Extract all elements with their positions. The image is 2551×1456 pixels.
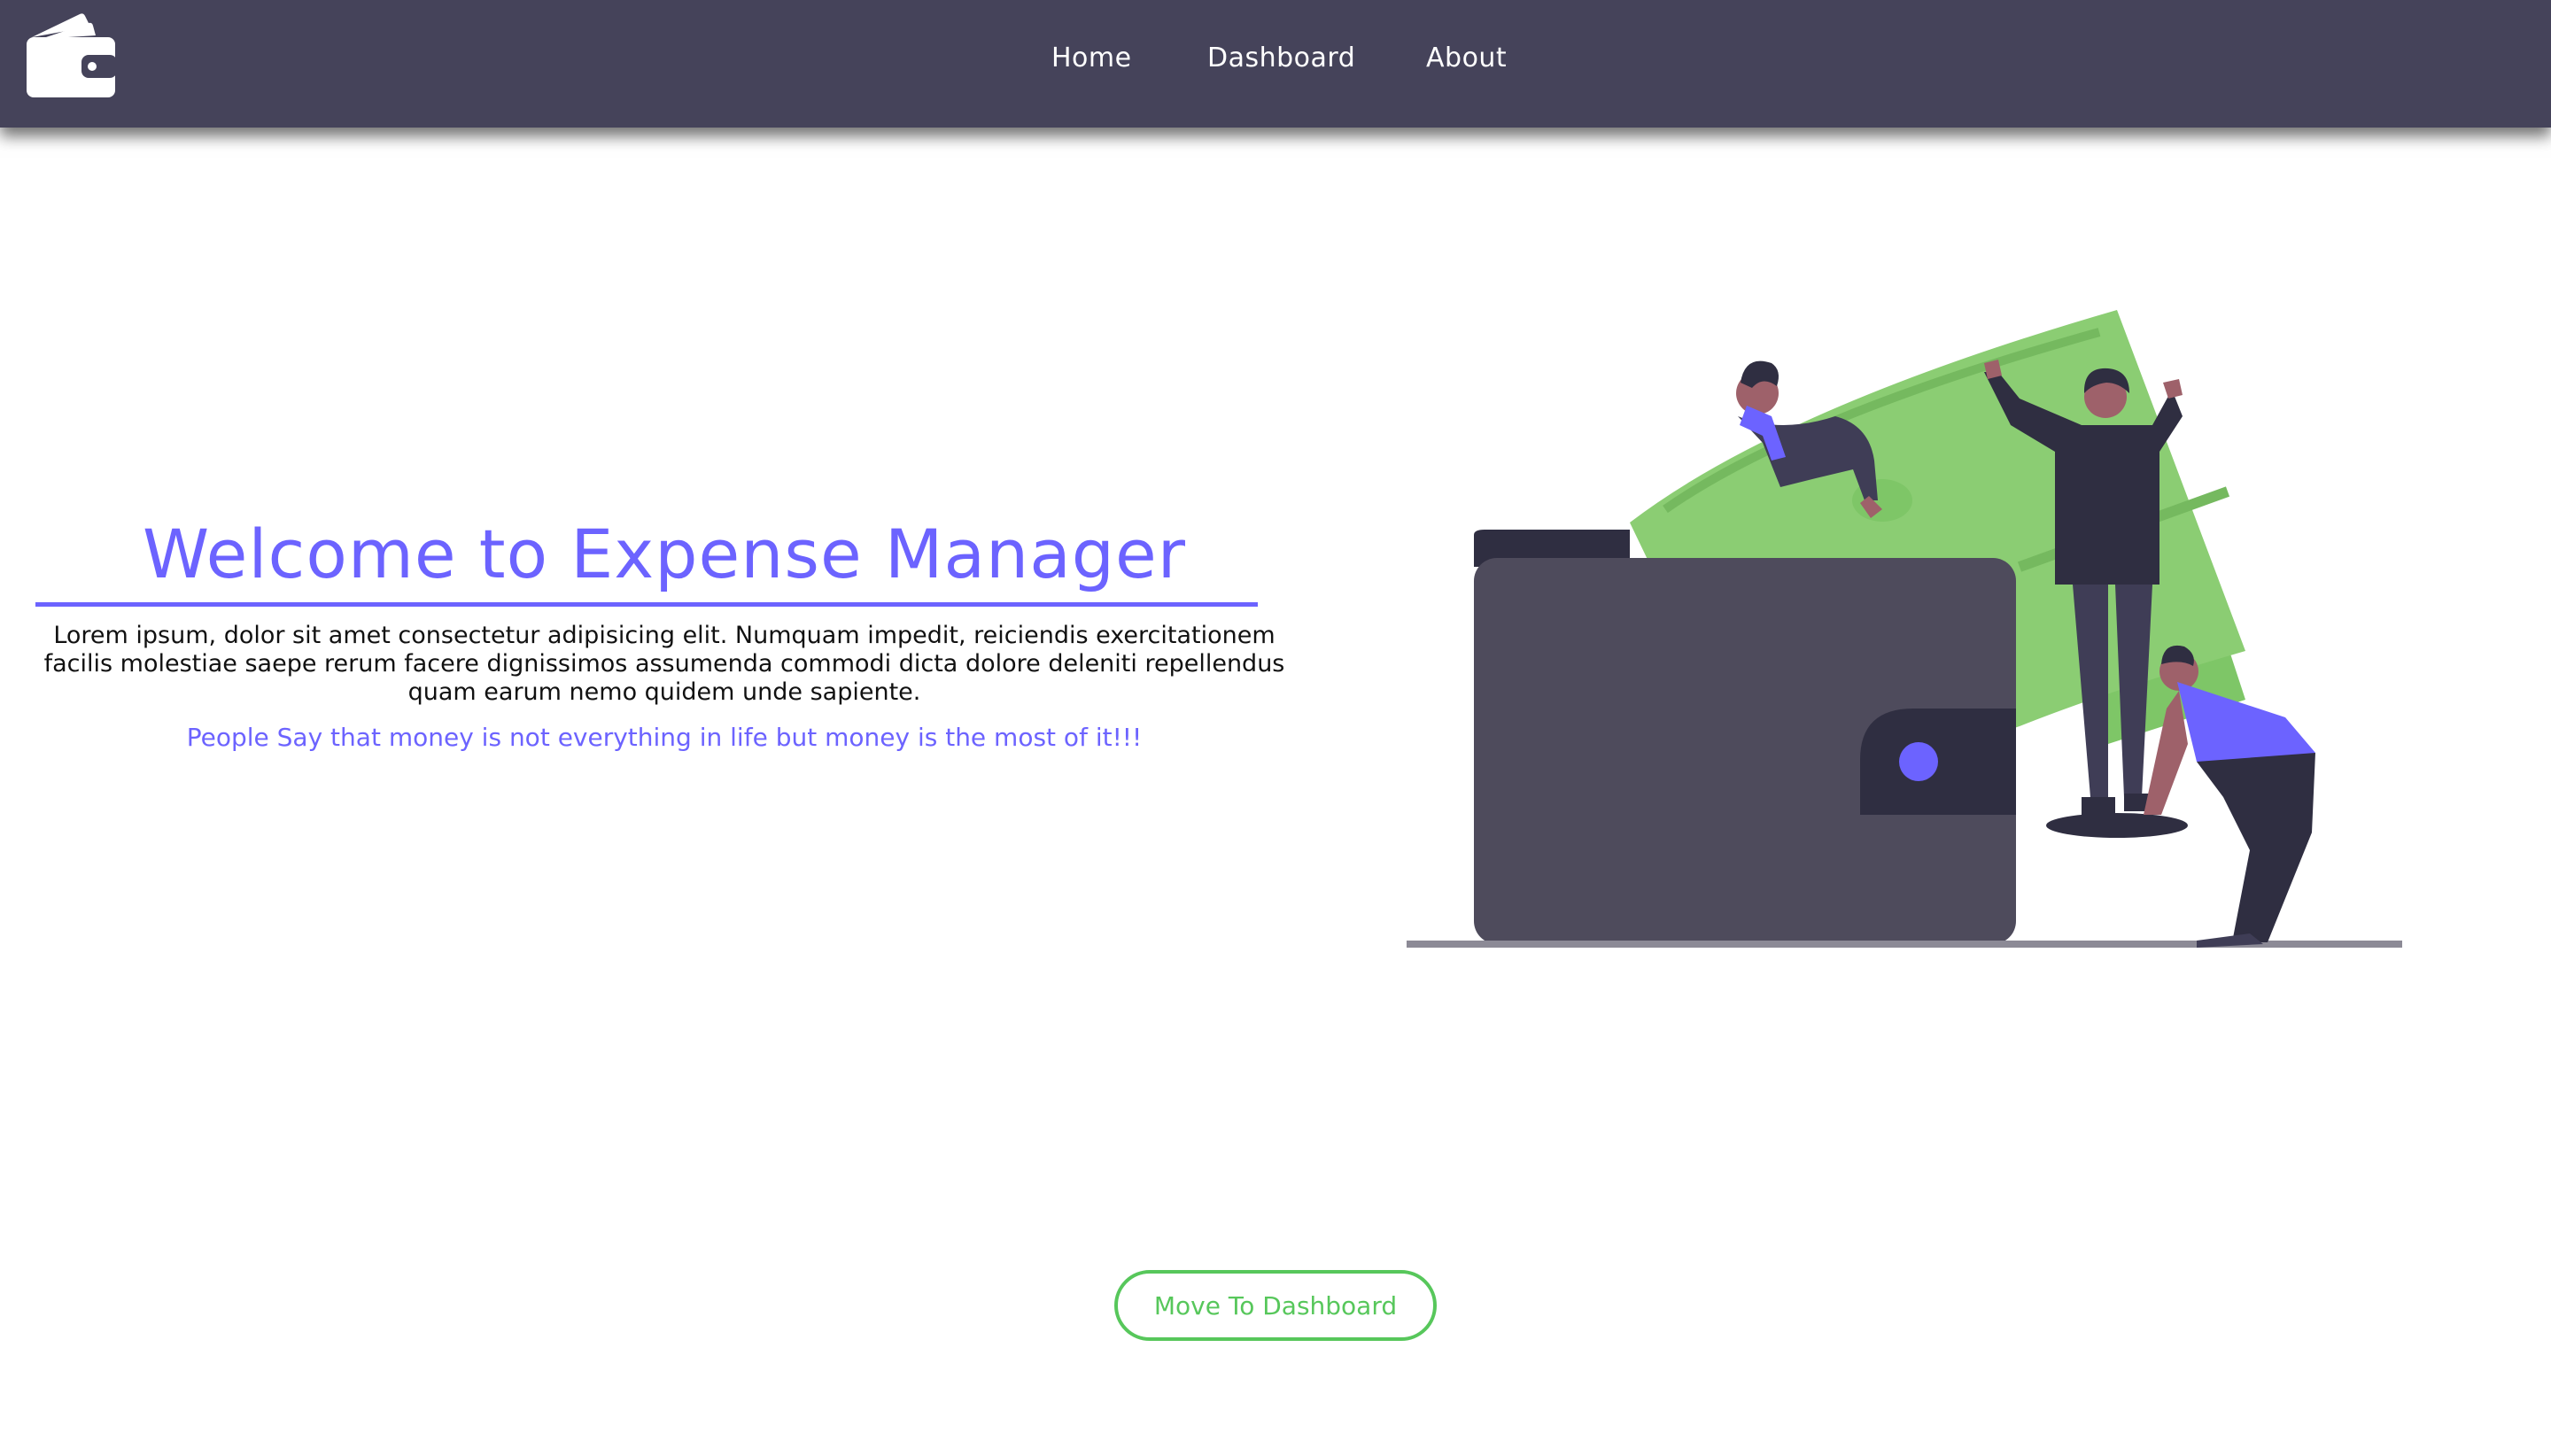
nav-links: Home Dashboard About [0, 0, 2551, 128]
nav-link-about[interactable]: About [1426, 43, 1507, 74]
nav-link-dashboard[interactable]: Dashboard [1207, 43, 1355, 74]
hero-description: Lorem ipsum, dolor sit amet consectetur … [43, 622, 1285, 706]
move-to-dashboard-button[interactable]: Move To Dashboard [1114, 1270, 1437, 1341]
hero-title-container: Welcome to Expense Manager [35, 514, 1293, 594]
hero-title: Welcome to Expense Manager [142, 515, 1187, 593]
hero-title-underline [35, 602, 1258, 607]
wallet-money-illustration [1407, 310, 2402, 948]
hero-tagline: People Say that money is not everything … [186, 723, 1143, 752]
nav-link-home[interactable]: Home [1051, 43, 1132, 74]
top-navbar: Home Dashboard About [0, 0, 2551, 128]
